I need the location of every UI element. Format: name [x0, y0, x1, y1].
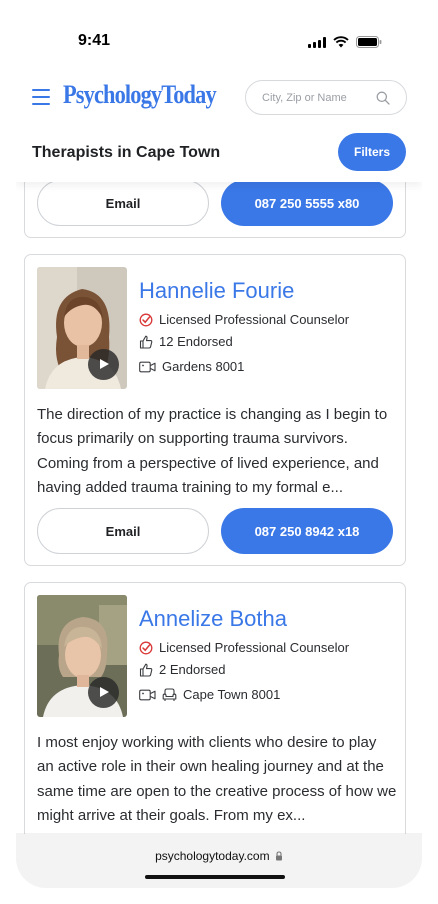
- phone-screen: 9:41 PsychologyToday City, Zip or Name T…: [16, 0, 422, 904]
- verified-check-icon: [139, 313, 153, 326]
- lock-icon: [275, 851, 282, 861]
- play-video-button[interactable]: [88, 677, 119, 708]
- hamburger-menu-icon[interactable]: [32, 89, 50, 105]
- therapist-bio[interactable]: The direction of my practice is changing…: [37, 403, 397, 500]
- therapist-bio[interactable]: I most enjoy working with clients who de…: [37, 731, 397, 828]
- phone-button[interactable]: 087 250 8942 x18: [221, 508, 393, 554]
- location-row: Gardens 8001: [139, 359, 244, 374]
- email-button[interactable]: Email: [37, 508, 209, 554]
- credential-text: Licensed Professional Counselor: [159, 312, 350, 327]
- location-text: Gardens 8001: [162, 359, 245, 374]
- url-text[interactable]: psychologytoday.com: [155, 849, 270, 863]
- status-bar: 9:41: [16, 0, 422, 70]
- verified-check-icon: [139, 641, 153, 654]
- endorsed-row: 12 Endorsed: [139, 334, 233, 349]
- therapist-name[interactable]: Hannelie Fourie: [139, 278, 294, 304]
- therapist-card[interactable]: Hannelie Fourie Licensed Professional Co…: [24, 254, 406, 566]
- page-title: Therapists in Cape Town: [32, 144, 221, 161]
- endorsed-count[interactable]: 12 Endorsed: [159, 334, 233, 349]
- phone-button[interactable]: 087 250 5555 x80: [221, 180, 393, 226]
- wifi-icon: [333, 36, 349, 48]
- status-icons: [308, 36, 382, 48]
- thumbs-up-icon: [139, 663, 153, 677]
- search-input[interactable]: [262, 81, 372, 114]
- filters-button[interactable]: Filters: [338, 133, 406, 171]
- cellular-signal-icon: [308, 36, 326, 48]
- endorsed-row: 2 Endorsed: [139, 662, 226, 677]
- location-row: Cape Town 8001: [139, 687, 280, 702]
- status-time: 9:41: [78, 32, 111, 49]
- url-display[interactable]: psychologytoday.com: [16, 849, 422, 863]
- thumbs-up-icon: [139, 335, 153, 349]
- in-person-chair-icon: [162, 687, 177, 701]
- play-video-button[interactable]: [88, 349, 119, 380]
- credential-row: Licensed Professional Counselor: [139, 640, 349, 655]
- endorsed-count[interactable]: 2 Endorsed: [159, 662, 226, 677]
- credential-text: Licensed Professional Counselor: [159, 640, 350, 655]
- battery-icon: [356, 36, 382, 48]
- psychology-today-logo[interactable]: PsychologyToday: [63, 80, 217, 110]
- browser-address-bar[interactable]: psychologytoday.com: [16, 834, 422, 888]
- therapist-photo[interactable]: [37, 267, 127, 389]
- email-button[interactable]: Email: [37, 180, 209, 226]
- search-icon[interactable]: [376, 91, 390, 105]
- credential-row: Licensed Professional Counselor: [139, 312, 349, 327]
- app-header: PsychologyToday Therapists in Cape Town …: [16, 70, 422, 182]
- video-session-icon: [139, 361, 156, 372]
- therapist-photo[interactable]: [37, 595, 127, 717]
- search-box[interactable]: [245, 80, 407, 115]
- location-text: Cape Town 8001: [183, 687, 281, 702]
- home-indicator[interactable]: [145, 875, 285, 879]
- therapist-name[interactable]: Annelize Botha: [139, 606, 287, 632]
- video-session-icon: [139, 689, 156, 700]
